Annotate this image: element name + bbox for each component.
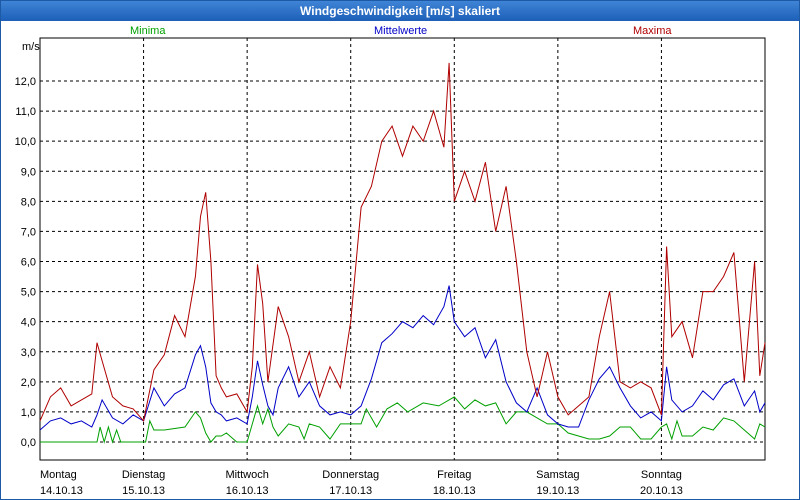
wind-chart: m/s 0,0 1,0 2,0 3,0 4,0 5,0 6,0 7,0 8,0 9,0 10,0 11…: [15, 37, 766, 497]
x-tick-date: 19.10.13: [536, 485, 579, 497]
x-tick-date: 14.10.13: [40, 485, 83, 497]
x-tick-date: 18.10.13: [433, 485, 476, 497]
x-tick-day: Montag: [40, 469, 77, 481]
y-tick-label: 12,0: [15, 76, 36, 88]
y-tick-label: 9,0: [21, 166, 36, 178]
x-tick-date: 17.10.13: [329, 485, 372, 497]
x-tick-day: Mittwoch: [225, 469, 268, 481]
y-tick-label: 6,0: [21, 257, 36, 269]
y-tick-label: 3,0: [21, 347, 36, 359]
y-tick-label: 0,0: [21, 437, 36, 449]
x-tick-day: Freitag: [437, 469, 471, 481]
y-tick-label: 10,0: [15, 136, 36, 148]
x-tick-day: Donnerstag: [322, 469, 379, 481]
series-line-mittelwerte: [39, 285, 766, 431]
y-tick-label: 11,0: [15, 106, 36, 118]
x-tick-day: Sonntag: [641, 469, 682, 481]
y-tick-label: 8,0: [21, 196, 36, 208]
series-line-maxima: [39, 62, 766, 422]
x-tick-date: 16.10.13: [226, 485, 269, 497]
x-tick-day: Dienstag: [122, 469, 165, 481]
y-axis-unit: m/s: [22, 41, 40, 53]
y-tick-label: 5,0: [21, 287, 36, 299]
y-tick-label: 2,0: [21, 377, 36, 389]
y-tick-label: 1,0: [21, 407, 36, 419]
x-tick-date: 20.10.13: [640, 485, 683, 497]
y-tick-label: 4,0: [21, 317, 36, 329]
y-tick-label: 7,0: [21, 226, 36, 238]
x-tick-date: 15.10.13: [122, 485, 165, 497]
x-tick-day: Samstag: [536, 469, 579, 481]
